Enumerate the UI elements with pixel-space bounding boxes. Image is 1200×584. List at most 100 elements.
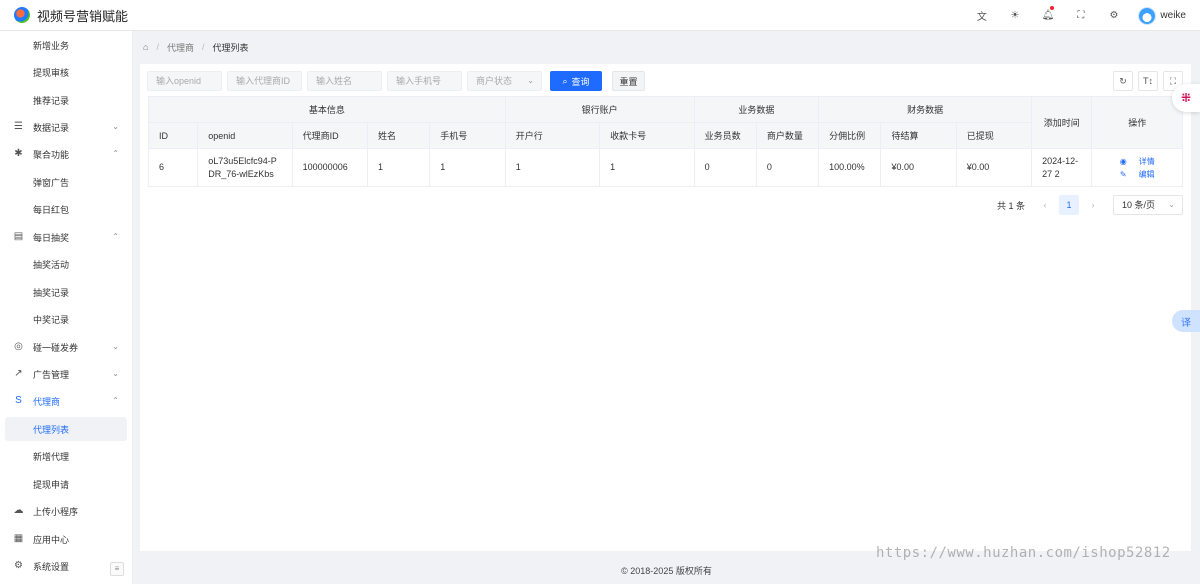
settings-icon[interactable]: ⚙ bbox=[1097, 0, 1130, 31]
chevron-up-icon: ⌃ bbox=[112, 232, 119, 241]
phone-input[interactable]: 输入手机号 bbox=[387, 71, 462, 91]
sidebar-item-system-settings[interactable]: ⚙ 系统设置 bbox=[5, 554, 127, 578]
refresh-icon[interactable]: ↻ bbox=[1113, 71, 1133, 91]
cell-name: 1 bbox=[366, 148, 431, 187]
footer: © 2018-2025 版权所有 bbox=[621, 566, 712, 576]
col-bank: 开户行 bbox=[504, 122, 601, 149]
sidebar-item-withdraw-apply[interactable]: 提现申请 bbox=[5, 472, 127, 496]
sidebar-item-aggregate[interactable]: ✱ 聚合功能 ⌃ bbox=[5, 142, 127, 166]
theme-icon[interactable]: ☀ bbox=[998, 0, 1031, 31]
sidebar-item-ad-management[interactable]: ↗ 广告管理 ⌄ bbox=[5, 362, 127, 386]
group-basic-info: 基本信息 bbox=[148, 96, 506, 123]
cell-withdrawn: ¥0.00 bbox=[955, 148, 1033, 187]
cell-bank: 1 bbox=[504, 148, 601, 187]
cell-pending: ¥0.00 bbox=[880, 148, 957, 187]
grid-icon: ▦ bbox=[13, 533, 24, 544]
sidebar-item-referral-records[interactable]: 推荐记录 bbox=[5, 88, 127, 112]
page-size-value: 10 条/页 bbox=[1122, 200, 1156, 210]
column-density-icon[interactable]: T↕ bbox=[1138, 71, 1158, 91]
sidebar-item-withdraw-review[interactable]: 提现审核 bbox=[5, 60, 127, 84]
name-input[interactable]: 输入姓名 bbox=[307, 71, 382, 91]
detail-label: 详情 bbox=[1138, 156, 1155, 166]
cloud-upload-icon: ☁ bbox=[13, 505, 24, 516]
user-menu[interactable]: weike bbox=[1138, 6, 1186, 25]
sidebar-item-lottery-records[interactable]: 抽奖记录 bbox=[5, 280, 127, 304]
col-created-time: 添加时间 bbox=[1031, 96, 1093, 149]
agent-id-input[interactable]: 输入代理商ID bbox=[227, 71, 302, 91]
sidebar-item-agent[interactable]: S 代理商 ⌃ bbox=[5, 389, 127, 413]
sidebar-item-lottery-activity[interactable]: 抽奖活动 bbox=[5, 252, 127, 276]
pagination-total: 共 1 条 bbox=[996, 200, 1025, 211]
eye-icon: ◉ bbox=[1119, 156, 1127, 166]
sidebar-item-new-business[interactable]: 新增业务 bbox=[5, 33, 127, 57]
fullscreen-icon[interactable]: ⛶ bbox=[1064, 0, 1097, 31]
edit-button[interactable]: ✎ 编辑 bbox=[1114, 170, 1161, 179]
page-number[interactable]: 1 bbox=[1059, 195, 1079, 215]
sidebar-item-popup-ads[interactable]: 弹窗广告 bbox=[5, 170, 127, 194]
sidebar-item-label: 系统设置 bbox=[33, 561, 70, 572]
sidebar-item-label: 提现审核 bbox=[33, 67, 70, 78]
home-icon[interactable]: ⌂ bbox=[143, 42, 148, 52]
sidebar-item-data-records[interactable]: ☰ 数据记录 ⌄ bbox=[5, 115, 127, 139]
sidebar-item-label: 上传小程序 bbox=[33, 506, 79, 517]
cell-staff-count: 0 bbox=[693, 148, 757, 187]
detail-button[interactable]: ◉ 详情 bbox=[1114, 157, 1161, 166]
logo-icon bbox=[14, 7, 30, 23]
sidebar-item-tap-coupon[interactable]: ◎ 碰一碰发券 ⌄ bbox=[5, 335, 127, 359]
sidebar-item-label: 中奖记录 bbox=[33, 314, 70, 325]
notification-dot bbox=[1050, 6, 1055, 10]
reset-button[interactable]: 重置 bbox=[612, 71, 645, 91]
translate-icon[interactable]: 文 bbox=[965, 0, 998, 31]
sidebar-item-daily-lottery[interactable]: ▤ 每日抽奖 ⌃ bbox=[5, 225, 127, 249]
sidebar-item-daily-redpacket[interactable]: 每日红包 bbox=[5, 197, 127, 221]
sidebar-item-label: 新增业务 bbox=[33, 40, 70, 51]
sidebar-item-label: 碰一碰发券 bbox=[33, 342, 79, 353]
col-commission-ratio: 分佣比例 bbox=[818, 122, 882, 149]
sidebar-item-new-agent[interactable]: 新增代理 bbox=[5, 444, 127, 468]
breadcrumb-separator: / bbox=[201, 42, 205, 52]
play-circle-icon: ◎ bbox=[14, 341, 23, 352]
watermark: https://www.huzhan.com/ishop52812 bbox=[876, 545, 1171, 561]
breadcrumb-item[interactable]: 代理商 bbox=[167, 41, 194, 54]
main-card: 输入openid 输入代理商ID 输入姓名 输入手机号 商户状态 ⌄ ⌕ 查询 重置… bbox=[140, 64, 1191, 551]
prev-page-icon[interactable]: ‹ bbox=[1035, 200, 1055, 210]
page-size-select[interactable]: 10 条/页 ⌄ bbox=[1113, 195, 1183, 215]
breadcrumb-current: 代理列表 bbox=[212, 42, 249, 53]
openid-input[interactable]: 输入openid bbox=[147, 71, 222, 91]
network-icon: ⁜ bbox=[1180, 91, 1192, 105]
cell-phone: 1 bbox=[429, 148, 506, 187]
floating-widget[interactable]: ⁜ bbox=[1172, 84, 1200, 112]
breadcrumb: ⌂ / 代理商 / 代理列表 bbox=[133, 31, 1200, 63]
search-button[interactable]: ⌕ 查询 bbox=[550, 71, 602, 91]
group-finance-data: 财务数据 bbox=[818, 96, 1033, 123]
sidebar-collapse-button[interactable]: ≡ bbox=[110, 562, 124, 576]
chevron-up-icon: ⌃ bbox=[112, 149, 119, 158]
sidebar-item-upload-miniprogram[interactable]: ☁ 上传小程序 bbox=[5, 499, 127, 523]
bell-icon[interactable]: 🔔︎ bbox=[1031, 0, 1064, 31]
agent-table: 基本信息 银行账户 业务数据 财务数据 添加时间 操作 ID openid 代理… bbox=[147, 96, 1183, 187]
col-name: 姓名 bbox=[366, 122, 431, 149]
sidebar-item-agent-list[interactable]: 代理列表 bbox=[5, 417, 127, 441]
sidebar-item-label: 应用中心 bbox=[33, 534, 70, 545]
cell-agent-id: 100000006 bbox=[291, 148, 369, 187]
status-select[interactable]: 商户状态 ⌄ bbox=[467, 71, 542, 91]
sidebar-item-label: 每日抽奖 bbox=[33, 232, 70, 243]
table-row: 6 oL73u5Elcfc94-PDR_76-wlEzKbs 100000006… bbox=[147, 148, 1183, 187]
sidebar-item-winning-records[interactable]: 中奖记录 bbox=[5, 307, 127, 331]
table-group-header: 基本信息 银行账户 业务数据 财务数据 添加时间 操作 bbox=[148, 96, 1183, 149]
chevron-up-icon: ⌃ bbox=[112, 396, 119, 405]
agent-icon: S bbox=[15, 395, 22, 406]
app-title: 视频号营销赋能 bbox=[37, 8, 129, 24]
sidebar-item-app-center[interactable]: ▦ 应用中心 bbox=[5, 527, 127, 551]
search-icon: ⌕ bbox=[562, 75, 568, 86]
edit-label: 编辑 bbox=[1138, 169, 1155, 179]
translate-float-button[interactable]: 译 bbox=[1172, 310, 1200, 332]
pagination: 共 1 条 ‹ 1 › 10 条/页 ⌄ bbox=[997, 195, 1183, 215]
next-page-icon[interactable]: › bbox=[1083, 200, 1103, 210]
cell-created-time: 2024-12-27 2 bbox=[1031, 148, 1093, 187]
app-logo[interactable]: 视频号营销赋能 bbox=[0, 6, 133, 25]
group-business-data: 业务数据 bbox=[693, 96, 820, 123]
search-button-label: 查询 bbox=[571, 76, 590, 87]
cell-openid: oL73u5Elcfc94-PDR_76-wlEzKbs bbox=[197, 148, 293, 187]
col-agent-id: 代理商ID bbox=[291, 122, 369, 149]
